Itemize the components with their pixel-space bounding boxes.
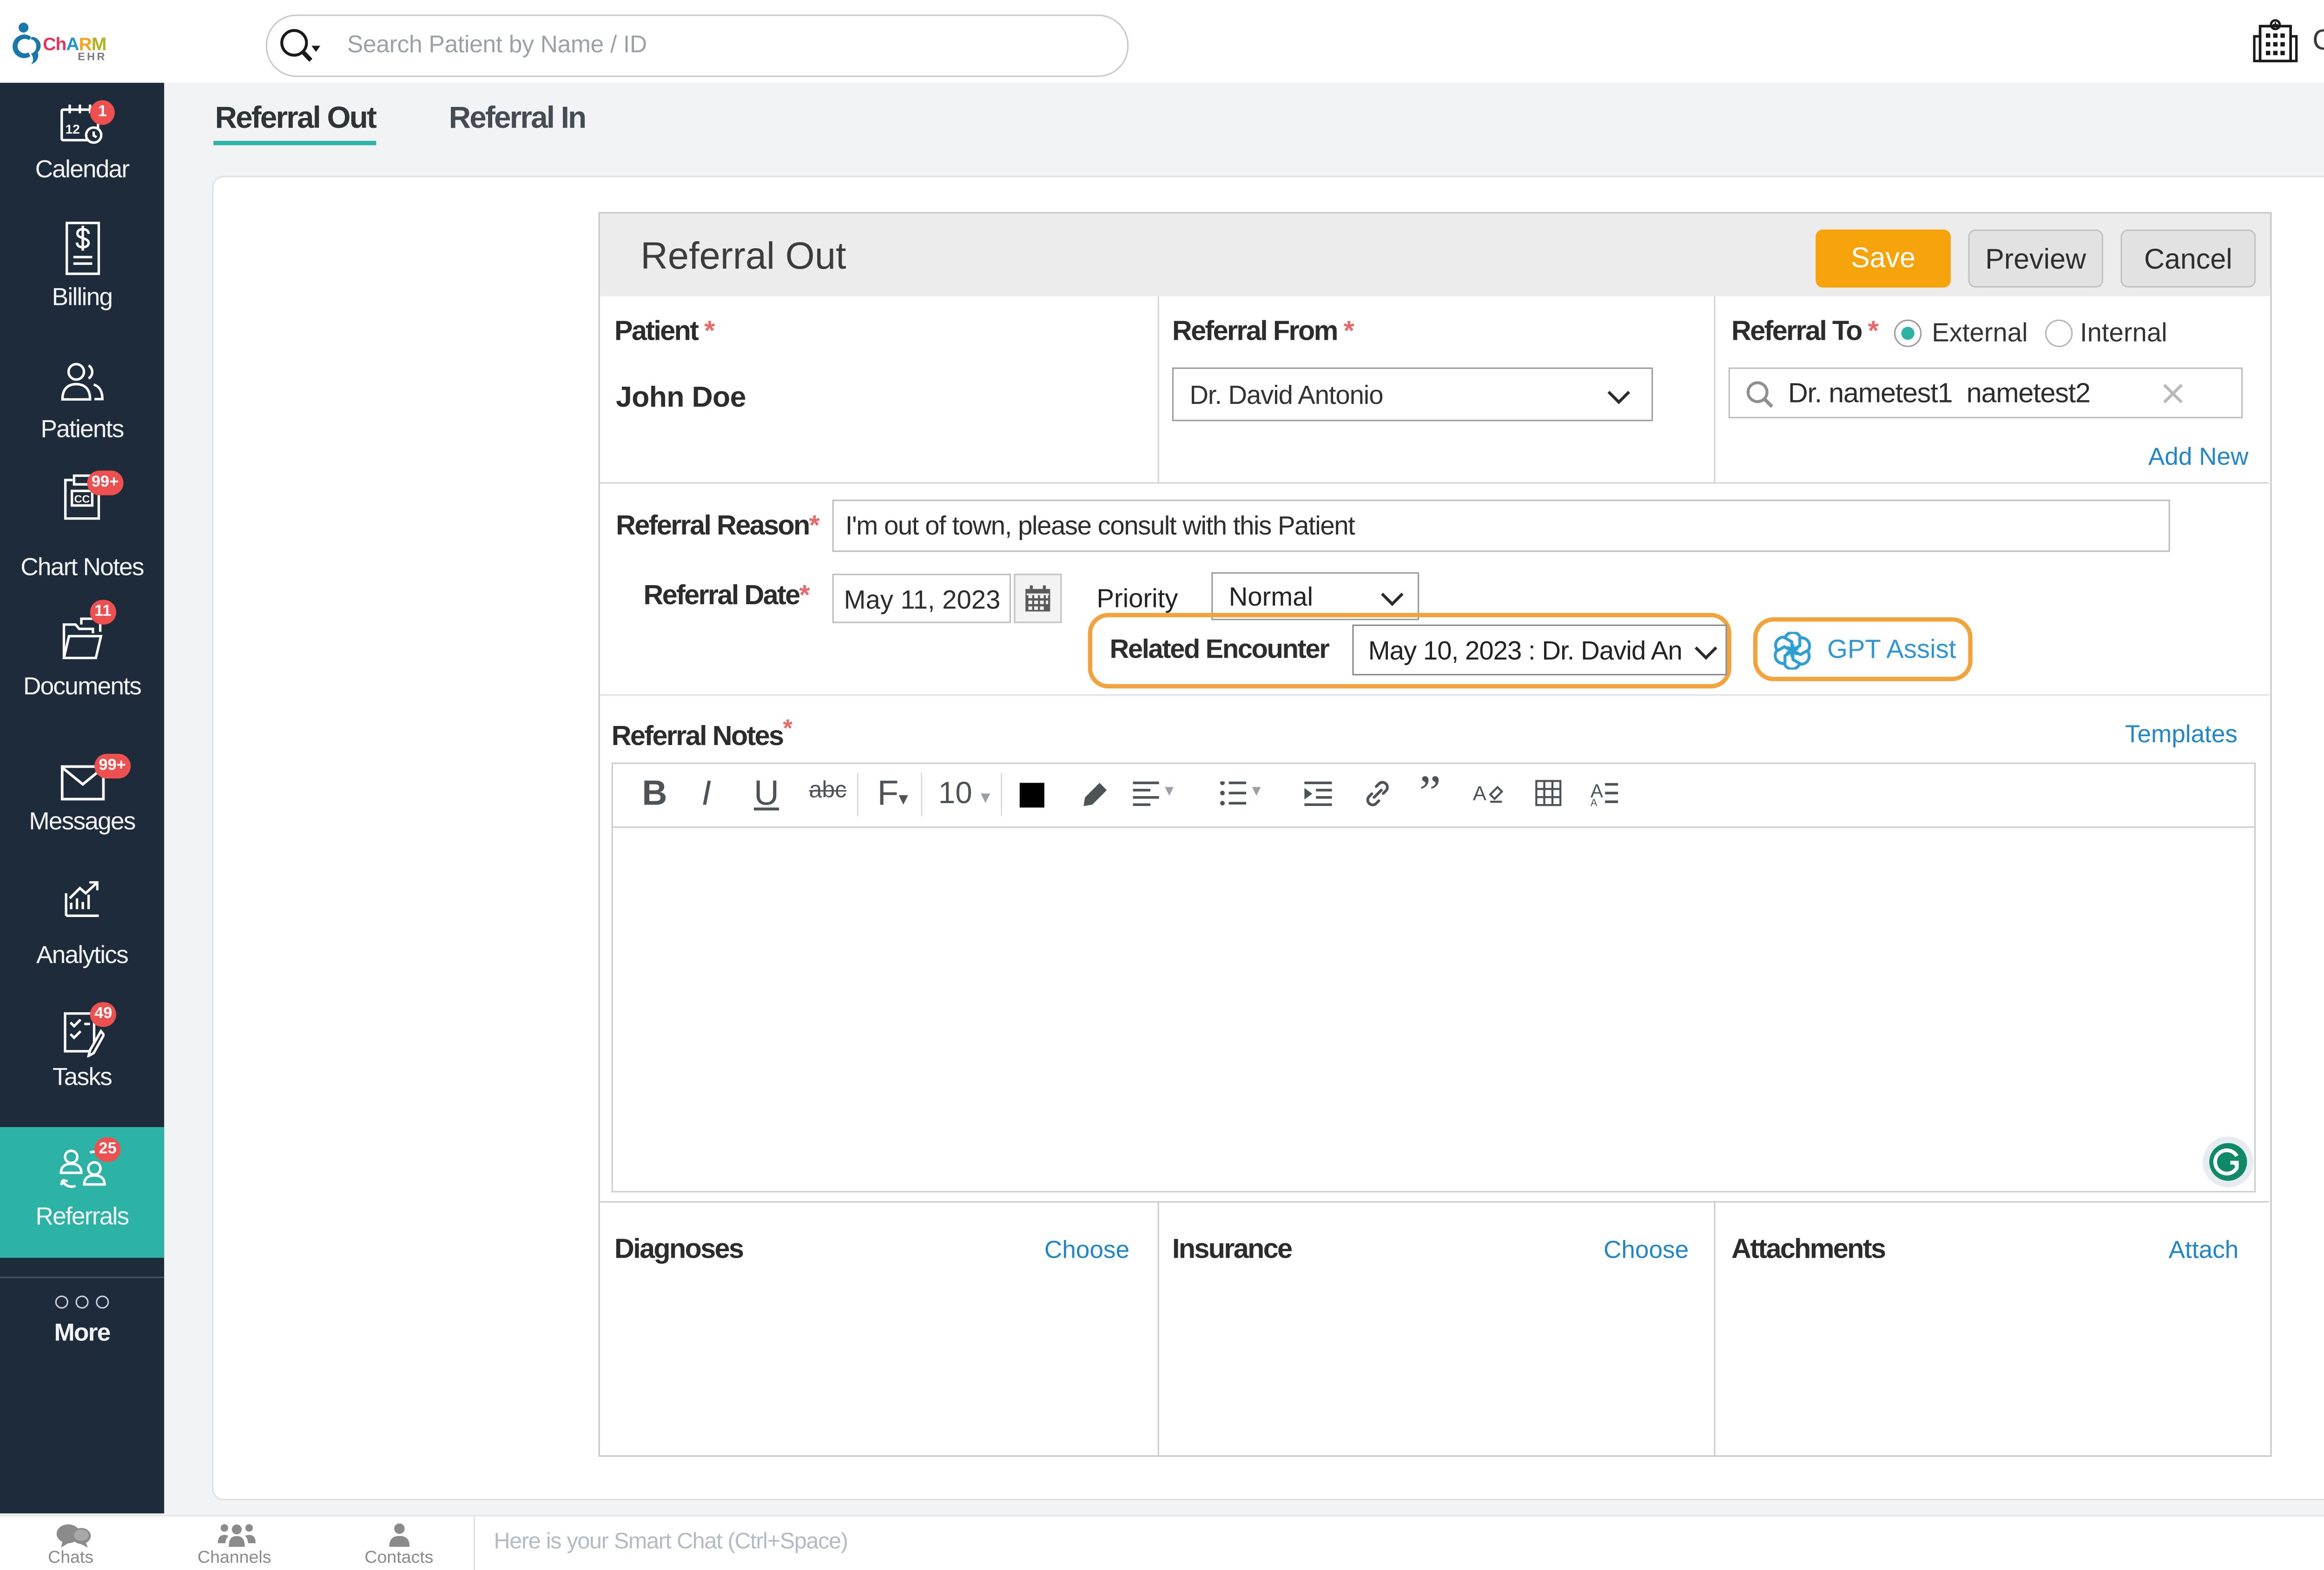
svg-text:CC: CC [74,493,90,505]
svg-text:A: A [1473,782,1487,805]
svg-text:A: A [1591,797,1598,806]
svg-text:EHR: EHR [78,51,107,63]
svg-text:12: 12 [66,122,80,137]
